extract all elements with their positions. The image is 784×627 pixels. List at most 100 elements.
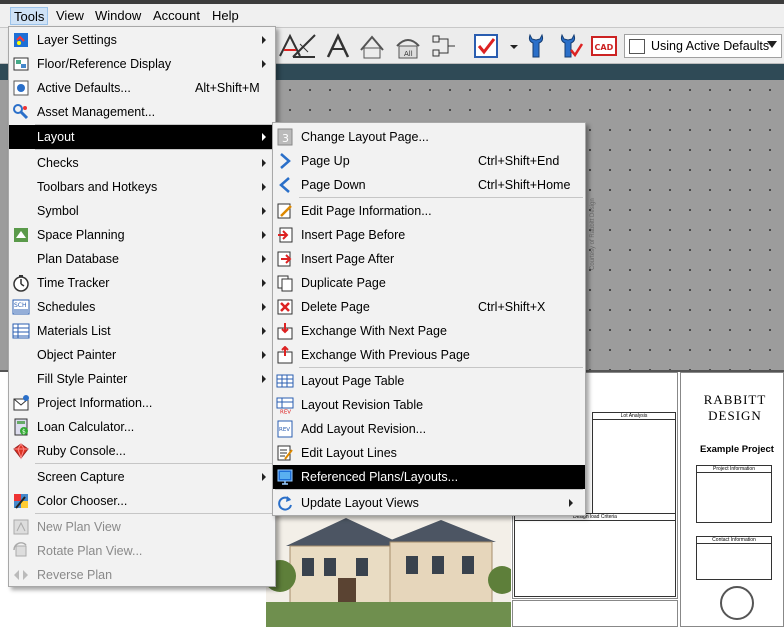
menu-separator bbox=[299, 367, 583, 368]
submenu-arrow-icon bbox=[262, 159, 266, 167]
submenu-arrow-icon bbox=[262, 60, 266, 68]
time-tracker-icon bbox=[12, 274, 30, 292]
insert-page-before-icon bbox=[276, 226, 294, 244]
menu-item-color-chooser[interactable]: Color Chooser... bbox=[9, 489, 275, 513]
menu-item-referenced-plans-layouts[interactable]: Referenced Plans/Layouts... bbox=[273, 465, 585, 489]
menu-item-exchange-previous-page[interactable]: Exchange With Previous Page bbox=[273, 343, 585, 367]
contact-info-title: Contact Information bbox=[697, 537, 771, 544]
wrench-check-icon[interactable] bbox=[556, 32, 584, 60]
menu-item-object-painter[interactable]: Object Painter bbox=[9, 343, 275, 367]
menu-item-fill-style-painter[interactable]: Fill Style Painter bbox=[9, 367, 275, 391]
menu-item-new-plan-view[interactable]: New Plan View bbox=[9, 515, 275, 539]
menu-item-insert-page-before[interactable]: Insert Page Before bbox=[273, 223, 585, 247]
menu-item-time-tracker[interactable]: Time Tracker bbox=[9, 271, 275, 295]
menu-item-ruby-console[interactable]: Ruby Console... bbox=[9, 439, 275, 463]
menu-item-materials-list[interactable]: Materials List bbox=[9, 319, 275, 343]
seal-stamp bbox=[720, 586, 754, 620]
auto-building-icon[interactable]: All bbox=[394, 32, 422, 60]
menu-view[interactable]: View bbox=[53, 7, 87, 25]
menu-item-delete-page[interactable]: Delete Page Ctrl+Shift+X bbox=[273, 295, 585, 319]
rotate-plan-view-icon bbox=[12, 542, 30, 560]
menu-item-add-layout-revision[interactable]: REV Add Layout Revision... bbox=[273, 417, 585, 441]
menu-item-screen-capture[interactable]: Screen Capture bbox=[9, 465, 275, 489]
menu-item-duplicate-page[interactable]: Duplicate Page bbox=[273, 271, 585, 295]
update-layout-views-icon bbox=[276, 494, 294, 512]
layout-submenu: 3 Change Layout Page... Page Up Ctrl+Shi… bbox=[272, 122, 586, 516]
wrench-icon[interactable] bbox=[522, 32, 550, 60]
menu-item-schedules[interactable]: SCH Schedules bbox=[9, 295, 275, 319]
menu-item-change-layout-page[interactable]: 3 Change Layout Page... bbox=[273, 125, 585, 149]
menu-item-asset-management[interactable]: Asset Management... bbox=[9, 100, 275, 124]
menu-help[interactable]: Help bbox=[209, 7, 242, 25]
menu-item-layout-page-table[interactable]: Layout Page Table bbox=[273, 369, 585, 393]
submenu-arrow-icon bbox=[569, 499, 573, 507]
duplicate-page-icon bbox=[276, 274, 294, 292]
menu-item-edit-page-information[interactable]: Edit Page Information... bbox=[273, 199, 585, 223]
text-tool-icon[interactable] bbox=[324, 32, 352, 60]
menu-item-floor-reference-display[interactable]: Floor/Reference Display bbox=[9, 52, 275, 76]
lot-analysis-box: Lot Analysis bbox=[592, 412, 676, 514]
sheet-plan-thumbnails bbox=[512, 600, 678, 627]
svg-text:REV: REV bbox=[279, 427, 290, 433]
menu-item-insert-page-after[interactable]: Insert Page After bbox=[273, 247, 585, 271]
menu-account[interactable]: Account bbox=[150, 7, 203, 25]
svg-text:$: $ bbox=[22, 429, 26, 436]
lot-analysis-title: Lot Analysis bbox=[593, 413, 675, 420]
svg-text:CAD: CAD bbox=[595, 43, 614, 52]
house-rendering bbox=[266, 506, 511, 627]
menu-item-update-layout-views[interactable]: Update Layout Views bbox=[273, 491, 585, 515]
svg-text:3: 3 bbox=[282, 132, 289, 145]
menu-window[interactable]: Window bbox=[92, 7, 144, 25]
add-layout-revision-icon: REV bbox=[276, 420, 294, 438]
referenced-plans-icon bbox=[276, 468, 294, 486]
project-information-icon bbox=[12, 394, 30, 412]
chevron-down-icon bbox=[767, 41, 777, 48]
submenu-arrow-icon bbox=[262, 303, 266, 311]
menu-item-reverse-plan[interactable]: Reverse Plan bbox=[9, 563, 275, 587]
submenu-arrow-icon bbox=[262, 375, 266, 383]
menu-item-page-down[interactable]: Page Down Ctrl+Shift+Home bbox=[273, 173, 585, 197]
menu-item-project-information[interactable]: Project Information... bbox=[9, 391, 275, 415]
checklist-icon[interactable] bbox=[472, 32, 500, 60]
menu-item-symbol[interactable]: Symbol bbox=[9, 199, 275, 223]
project-info-box: Project Information bbox=[696, 465, 772, 523]
tree-connector-icon[interactable] bbox=[430, 32, 458, 60]
contact-info-box: Contact Information bbox=[696, 536, 772, 580]
edit-page-information-icon bbox=[276, 202, 294, 220]
menu-item-loan-calculator[interactable]: $ Loan Calculator... bbox=[9, 415, 275, 439]
submenu-arrow-icon bbox=[262, 231, 266, 239]
svg-text:All: All bbox=[404, 50, 413, 58]
layer-settings-icon bbox=[12, 31, 30, 49]
checklist-dropdown-icon[interactable] bbox=[500, 32, 518, 60]
menu-separator bbox=[299, 197, 583, 198]
menu-item-space-planning[interactable]: Space Planning bbox=[9, 223, 275, 247]
menu-item-layout-revision-table[interactable]: REV Layout Revision Table bbox=[273, 393, 585, 417]
floor-reference-icon bbox=[12, 55, 30, 73]
defaults-dropdown[interactable]: Using Active Defaults bbox=[624, 34, 782, 58]
loan-calculator-icon: $ bbox=[12, 418, 30, 436]
menu-item-layout[interactable]: Layout bbox=[9, 125, 275, 149]
menu-item-rotate-plan-view[interactable]: Rotate Plan View... bbox=[9, 539, 275, 563]
menu-item-toolbars-hotkeys[interactable]: Toolbars and Hotkeys bbox=[9, 175, 275, 199]
menu-item-checks[interactable]: Checks bbox=[9, 151, 275, 175]
color-chooser-icon bbox=[12, 492, 30, 510]
design-criteria-box: Design load Criteria bbox=[514, 513, 676, 597]
brand-logo: RABBITT DESIGN bbox=[692, 392, 778, 424]
menu-item-exchange-next-page[interactable]: Exchange With Next Page bbox=[273, 319, 585, 343]
tools-menu: Layer Settings Floor/Reference Display A… bbox=[8, 26, 276, 587]
menu-separator bbox=[35, 149, 273, 150]
menu-item-active-defaults[interactable]: Active Defaults... Alt+Shift+M bbox=[9, 76, 275, 100]
svg-text:SCH: SCH bbox=[14, 302, 27, 309]
menu-item-edit-layout-lines[interactable]: Edit Layout Lines bbox=[273, 441, 585, 465]
submenu-arrow-icon bbox=[262, 133, 266, 141]
menu-separator bbox=[35, 513, 273, 514]
submenu-arrow-icon bbox=[262, 351, 266, 359]
menu-item-plan-database[interactable]: Plan Database bbox=[9, 247, 275, 271]
roof-tool-icon[interactable] bbox=[358, 32, 386, 60]
menu-item-layer-settings[interactable]: Layer Settings bbox=[9, 28, 275, 52]
change-layout-page-icon: 3 bbox=[276, 128, 294, 146]
cad-icon[interactable]: CAD bbox=[590, 32, 618, 60]
angle-tool-icon[interactable] bbox=[290, 32, 318, 60]
menu-tools[interactable]: Tools bbox=[10, 7, 49, 25]
menu-item-page-up[interactable]: Page Up Ctrl+Shift+End bbox=[273, 149, 585, 173]
